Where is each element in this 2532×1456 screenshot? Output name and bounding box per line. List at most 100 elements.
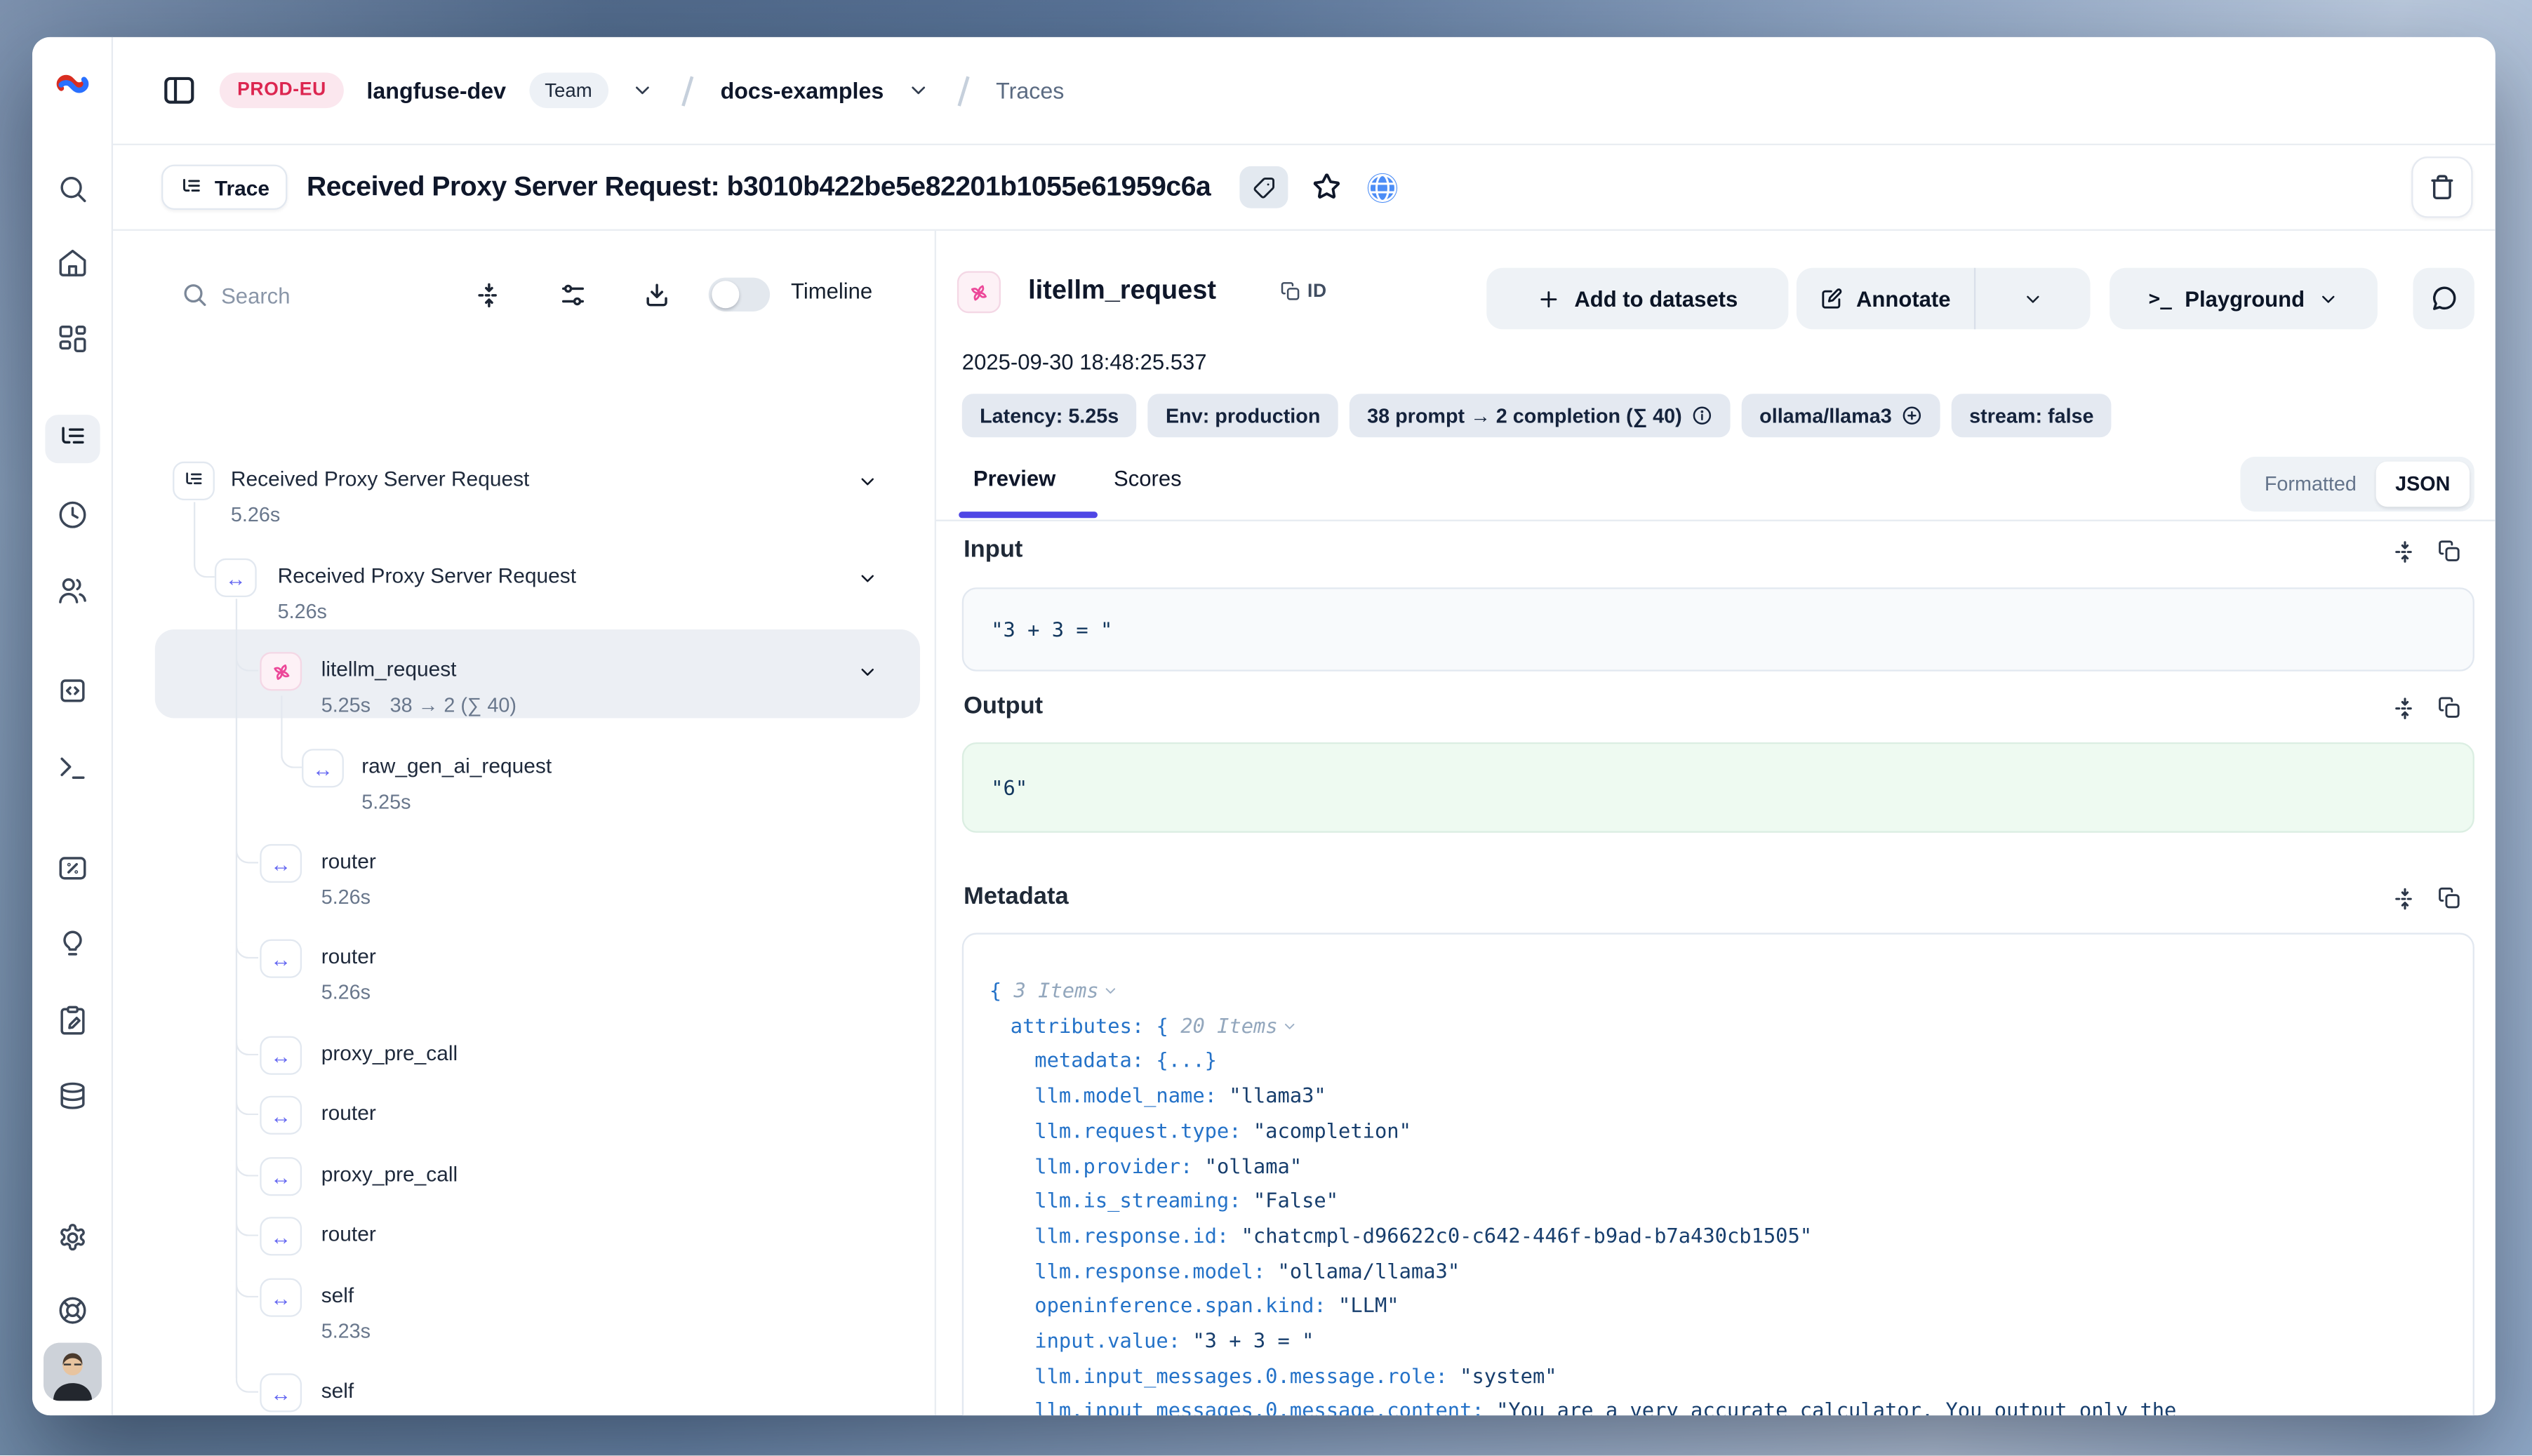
chevron-down-icon — [2317, 288, 2338, 309]
tree-item-label[interactable]: self — [321, 1283, 354, 1308]
observation-badge[interactable]: Env: production — [1148, 394, 1338, 437]
copy-id-button[interactable]: ID — [1280, 281, 1327, 302]
tree-item-label[interactable]: raw_gen_ai_request — [361, 754, 552, 778]
span-icon: ↔ — [215, 559, 257, 597]
project-name[interactable]: docs-examples — [721, 77, 884, 103]
span-icon: ↔ — [260, 844, 302, 883]
json-line: llm.provider: "ollama" — [1034, 1153, 1302, 1177]
tree-connector — [281, 695, 302, 768]
json-line: input.value: "3 + 3 = " — [1034, 1328, 1314, 1353]
tree-item-label[interactable]: router — [321, 1101, 376, 1126]
tree-connector — [236, 942, 258, 959]
tree-item-label[interactable]: proxy_pre_call — [321, 1041, 458, 1066]
chevron-down-icon[interactable] — [857, 472, 878, 493]
sidebar-item-lightbulb-icon[interactable] — [44, 920, 99, 968]
trace-icon — [179, 175, 204, 200]
tree-toolbar: Timeline — [113, 260, 935, 330]
collapse-section-icon[interactable] — [2392, 539, 2418, 565]
format-option-formatted[interactable]: Formatted — [2245, 473, 2376, 495]
org-name[interactable]: langfuse-dev — [366, 77, 506, 103]
trash-icon — [2427, 173, 2456, 201]
tree-item-label[interactable]: self — [321, 1378, 354, 1403]
playground-button[interactable]: >_ Playground — [2110, 268, 2378, 329]
tree-connector — [236, 848, 258, 864]
sidebar-item-clock-icon[interactable] — [44, 490, 99, 539]
sidebar-item-file-code-icon[interactable] — [44, 667, 99, 715]
trace-title: Received Proxy Server Request: b3010b422… — [307, 171, 1211, 203]
tree-item-label[interactable]: router — [321, 849, 376, 874]
tag-button[interactable] — [1240, 166, 1288, 208]
trace-type-chip[interactable]: Trace — [161, 165, 287, 210]
comments-button[interactable] — [2413, 268, 2474, 329]
search-input[interactable] — [221, 273, 431, 318]
sidebar-item-search-icon[interactable] — [44, 165, 99, 213]
annotate-dropdown-button[interactable] — [1975, 268, 2090, 329]
span-icon: ↔ — [260, 1373, 302, 1412]
tree-item-label[interactable]: router — [321, 944, 376, 969]
user-avatar[interactable] — [43, 1343, 101, 1401]
tab-preview[interactable]: Preview — [973, 467, 1055, 491]
sidebar-item-list-tree-icon[interactable] — [44, 415, 99, 463]
tree-item-label[interactable]: router — [321, 1222, 376, 1246]
active-tab-indicator — [959, 512, 1098, 518]
tree-item-label[interactable]: Received Proxy Server Request — [278, 563, 576, 588]
copy-icon — [1280, 281, 1301, 302]
breadcrumb-separator — [957, 75, 968, 105]
span-icon: ↔ — [302, 749, 344, 787]
tree-item-label[interactable]: litellm_request — [321, 657, 457, 681]
sidebar-item-dashboard-icon[interactable] — [44, 315, 99, 363]
download-icon[interactable] — [642, 281, 671, 309]
sidebar-item-settings-icon[interactable] — [44, 1214, 99, 1262]
org-switcher-chevron-icon[interactable] — [631, 79, 653, 102]
chevron-down-icon[interactable] — [857, 662, 878, 683]
project-switcher-chevron-icon[interactable] — [906, 79, 928, 102]
copy-section-icon[interactable] — [2437, 886, 2462, 911]
tree-settings-icon[interactable] — [559, 281, 587, 309]
sidebar-item-life-buoy-icon[interactable] — [44, 1286, 99, 1335]
tab-scores[interactable]: Scores — [1114, 467, 1182, 491]
observation-badge[interactable]: Latency: 5.25s — [962, 394, 1137, 437]
collapse-caret-icon[interactable] — [1102, 980, 1118, 996]
delete-trace-button[interactable] — [2411, 156, 2472, 218]
langfuse-logo[interactable] — [52, 63, 94, 105]
format-option-json[interactable]: JSON — [2376, 462, 2470, 507]
sidebar-item-users-icon[interactable] — [44, 566, 99, 615]
collapse-all-icon[interactable] — [474, 281, 503, 309]
breadcrumb-section[interactable]: Traces — [996, 77, 1064, 103]
observation-badge[interactable]: 38 prompt → 2 completion (∑ 40) — [1350, 394, 1731, 437]
terminal-prompt-icon: >_ — [2149, 287, 2172, 309]
add-to-datasets-button[interactable]: Add to datasets — [1486, 268, 1788, 329]
trace-tree: Received Proxy Server Request5.26s↔Recei… — [113, 331, 935, 1416]
span-icon: ↔ — [260, 1157, 302, 1196]
span-icon: ↔ — [260, 1036, 302, 1075]
sidebar-toggle-icon[interactable] — [161, 73, 197, 109]
json-line: llm.response.model: "ollama/llama3" — [1034, 1258, 1460, 1283]
sidebar-item-percent-icon[interactable] — [44, 844, 99, 893]
annotate-button-group: Annotate — [1797, 268, 2091, 329]
sidebar-item-database-icon[interactable] — [44, 1071, 99, 1120]
tree-item-label[interactable]: proxy_pre_call — [321, 1162, 458, 1187]
public-globe-icon[interactable] — [1366, 171, 1399, 204]
observation-badge[interactable]: ollama/llama3 — [1742, 394, 1940, 437]
sidebar-item-clipboard-pen-icon[interactable] — [44, 996, 99, 1044]
observation-badge[interactable]: stream: false — [1952, 394, 2112, 437]
circle-plus-icon — [1902, 405, 1923, 426]
sidebar-item-terminal-icon[interactable] — [44, 744, 99, 792]
tag-icon — [1252, 175, 1277, 200]
annotate-button[interactable]: Annotate — [1797, 268, 1975, 329]
copy-section-icon[interactable] — [2437, 695, 2462, 719]
copy-section-icon[interactable] — [2437, 539, 2462, 563]
output-section-title: Output — [964, 693, 1043, 720]
sidebar-item-home-icon[interactable] — [44, 239, 99, 287]
observation-timestamp: 2025-09-30 18:48:25.537 — [962, 350, 1207, 375]
collapse-caret-icon[interactable] — [1281, 1015, 1297, 1031]
chevron-down-icon[interactable] — [857, 568, 878, 589]
json-line: llm.request.type: "acompletion" — [1034, 1118, 1411, 1142]
star-bookmark-icon[interactable] — [1311, 171, 1343, 203]
generation-icon — [260, 652, 302, 690]
collapse-section-icon[interactable] — [2392, 886, 2418, 912]
timeline-toggle[interactable] — [709, 278, 770, 312]
collapse-section-icon[interactable] — [2392, 695, 2418, 721]
tree-item-label[interactable]: Received Proxy Server Request — [231, 467, 529, 491]
observation-badges: Latency: 5.25s Env: production 38 prompt →… — [962, 394, 2112, 437]
